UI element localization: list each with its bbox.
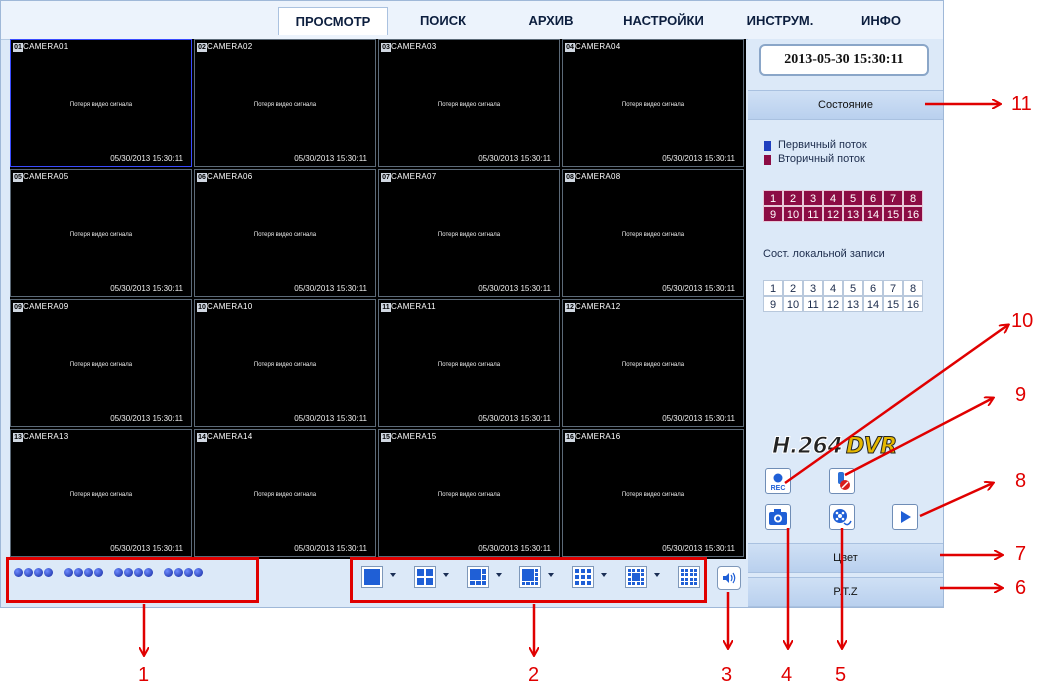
annotation-2: 2 — [528, 664, 540, 686]
arrow-9 — [844, 398, 993, 477]
annotation-1: 1 — [138, 664, 150, 686]
annotation-11: 11 — [1011, 93, 1032, 115]
annotation-10: 10 — [1011, 310, 1034, 332]
arrow-10 — [784, 325, 1008, 485]
annotation-arrows — [0, 0, 1051, 692]
annotation-8: 8 — [1015, 470, 1027, 492]
annotation-4: 4 — [781, 664, 793, 686]
arrow-8 — [919, 483, 993, 518]
annotation-6: 6 — [1015, 577, 1027, 599]
annotation-7: 7 — [1015, 543, 1027, 565]
annotation-3: 3 — [721, 664, 733, 686]
annotation-9: 9 — [1015, 384, 1027, 406]
annotation-5: 5 — [835, 664, 847, 686]
